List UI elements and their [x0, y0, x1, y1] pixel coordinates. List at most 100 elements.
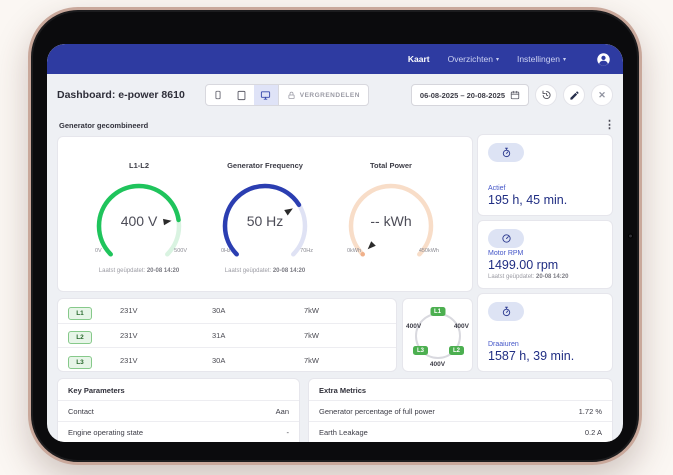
phase-badge: L3 [68, 356, 92, 369]
device-preview-toggle: VERGRENDELEN [205, 84, 369, 106]
desktop-preview-button[interactable] [254, 85, 278, 105]
tablet-camera-icon [628, 234, 633, 239]
nav-item-overzichten[interactable]: Overzichten ▾ [448, 54, 499, 64]
table-row: Contact Aan [58, 400, 299, 421]
close-button[interactable]: ✕ [591, 84, 613, 106]
stat-value: 1499.00 rpm [488, 258, 602, 272]
phase-voltage-left: 400V [406, 323, 421, 330]
extra-metrics-card: Extra Metrics Generator percentage of fu… [308, 378, 613, 442]
key-parameters-card: Key Parameters Contact Aan Engine operat… [57, 378, 300, 442]
card-title: Extra Metrics [309, 379, 612, 400]
table-row: Engine operating state - [58, 421, 299, 442]
tablet-icon [236, 90, 247, 101]
voltage-cell: 231V [120, 331, 212, 340]
dashboard-toolbar: Dashboard: e-power 8610 [47, 74, 623, 116]
voltage-cell: 231V [120, 306, 212, 315]
lock-icon [287, 91, 296, 100]
chevron-down-icon: ▾ [563, 56, 566, 63]
edit-button[interactable] [563, 84, 585, 106]
metric-value: 1.72 % [579, 407, 602, 416]
card-title: Key Parameters [58, 379, 299, 400]
power-cell: 7kW [304, 331, 396, 340]
nav-item-instellingen[interactable]: Instellingen ▾ [517, 54, 566, 64]
power-cell: 7kW [304, 306, 396, 315]
phone-preview-button[interactable] [206, 85, 230, 105]
gauge-title: L1-L2 [129, 161, 149, 170]
icon-pill [488, 229, 524, 248]
app-window: Kaart Overzichten ▾ Instellingen ▾ Dashb… [47, 44, 623, 442]
table-row-l2: L2 231V 31A 7kW [58, 324, 396, 349]
gauge-updated-text: Laatst geüpdatet: 20-08 14:20 [99, 268, 179, 274]
history-icon [540, 89, 552, 101]
phase-badge-l2: L2 [449, 346, 464, 355]
desktop-icon [260, 90, 271, 101]
gauge-value: -- kWh [341, 213, 441, 229]
speedometer-icon [501, 233, 512, 244]
gauge-min-label: 0V [95, 248, 102, 254]
current-cell: 30A [212, 306, 304, 315]
tablet-frame: Kaart Overzichten ▾ Instellingen ▾ Dashb… [28, 7, 642, 465]
phase-badge: L1 [68, 307, 92, 320]
stopwatch-icon [501, 147, 512, 158]
stat-card-motor-rpm: Motor RPM 1499.00 rpm Laatst geüpdatet: … [477, 220, 613, 289]
nav-item-kaart[interactable]: Kaart [408, 54, 430, 64]
voltage-cell: 231V [120, 356, 212, 365]
gauges-card: L1-L2 400 V 0V 500V Laatst geüpdatet: 20… [57, 136, 473, 292]
account-icon[interactable] [596, 52, 611, 67]
phase-badge: L2 [68, 331, 92, 344]
stat-label: Draaiuren [488, 341, 602, 348]
metric-label: Earth Leakage [319, 428, 368, 437]
phase-voltage-bottom: 400V [430, 361, 445, 368]
phase-table-card: L1 231V 30A 7kW L2 231V 31A 7kW L3 231V … [57, 298, 397, 372]
top-navbar: Kaart Overzichten ▾ Instellingen ▾ [47, 44, 623, 74]
pencil-icon [569, 90, 580, 101]
lock-dashboard-button[interactable]: VERGRENDELEN [278, 85, 368, 105]
close-icon: ✕ [598, 90, 606, 101]
icon-pill [488, 143, 524, 162]
param-value: - [287, 428, 290, 437]
stat-label: Actief [488, 185, 602, 192]
calendar-icon [510, 90, 520, 100]
kebab-menu-icon[interactable]: ⋮ [604, 120, 615, 130]
stat-value: 1587 h, 39 min. [488, 349, 602, 363]
stopwatch-icon [501, 306, 512, 317]
panel-header: Generator gecombineerd ⋮ [59, 120, 615, 130]
date-range-text: 06-08-2025 – 20-08-2025 [420, 91, 505, 100]
phase-voltage-right: 400V [454, 323, 469, 330]
nav-item-label: Instellingen [517, 54, 560, 64]
lock-button-label: VERGRENDELEN [300, 92, 360, 99]
gauge-generator-frequency: Generator Frequency 50 Hz 0Hz 70Hz Laats… [202, 161, 328, 291]
power-cell: 7kW [304, 356, 396, 365]
gauge-updated-text: Laatst geüpdatet: 20-08 14:20 [225, 268, 305, 274]
phase-badge-l1: L1 [430, 307, 445, 316]
stat-label: Motor RPM [488, 250, 602, 257]
table-row-l3: L3 231V 30A 7kW [58, 348, 396, 372]
gauge-max-label: 70Hz [300, 248, 313, 254]
gauge-l1-l2: L1-L2 400 V 0V 500V Laatst geüpdatet: 20… [76, 161, 202, 291]
phase-circle-card: L1 L2 L3 400V 400V 400V [402, 298, 473, 372]
nav-item-label: Kaart [408, 54, 430, 64]
chevron-down-icon: ▾ [496, 56, 499, 63]
icon-pill [488, 302, 524, 321]
gauge-value: 400 V [89, 213, 189, 229]
stat-updated-text: Laatst geüpdatet: 20-08 14:20 [488, 274, 602, 280]
phase-badge-l3: L3 [413, 346, 428, 355]
table-row-l1: L1 231V 30A 7kW [58, 299, 396, 324]
param-label: Engine operating state [68, 428, 143, 437]
phone-icon [213, 90, 223, 100]
current-cell: 30A [212, 356, 304, 365]
gauge-title: Total Power [370, 161, 412, 170]
page-title: Dashboard: e-power 8610 [57, 89, 185, 101]
current-cell: 31A [212, 331, 304, 340]
tablet-preview-button[interactable] [230, 85, 254, 105]
metric-label: Generator percentage of full power [319, 407, 435, 416]
history-button[interactable] [535, 84, 557, 106]
nav-item-label: Overzichten [448, 54, 493, 64]
stat-value: 195 h, 45 min. [488, 193, 602, 207]
param-value: Aan [276, 407, 289, 416]
metric-value: 0.2 A [585, 428, 602, 437]
stat-card-draaiuren: Draaiuren 1587 h, 39 min. [477, 293, 613, 372]
gauge-min-label: 0kWh [347, 248, 361, 254]
date-range-picker[interactable]: 06-08-2025 – 20-08-2025 [411, 84, 529, 106]
param-label: Contact [68, 407, 94, 416]
